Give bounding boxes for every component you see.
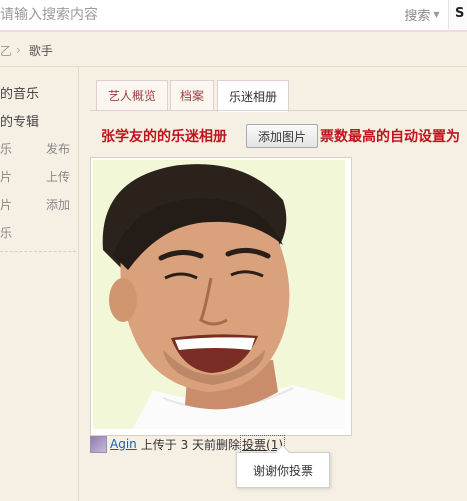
- sidebar-item-albums[interactable]: 的专辑: [0, 111, 39, 130]
- sidebar-row-label: 片: [0, 198, 13, 212]
- uploader-link[interactable]: Agin: [110, 437, 137, 451]
- breadcrumb-parent[interactable]: 乙: [0, 42, 12, 59]
- tooltip-text: 谢谢你投票: [252, 463, 313, 478]
- chevron-down-icon: ▼: [433, 9, 440, 19]
- fan-photo[interactable]: [90, 157, 352, 436]
- breadcrumb-separator-icon: ›: [16, 43, 21, 57]
- add-link[interactable]: 添加: [46, 196, 70, 213]
- sidebar: 的音乐 的专辑 乐 发布 片 上传 片 添加 乐: [0, 67, 79, 501]
- topbar-divider: [0, 30, 467, 32]
- sidebar-divider: [0, 251, 76, 252]
- sidebar-row-label: 乐: [0, 226, 13, 240]
- tab-artist-overview[interactable]: 艺人概览: [96, 80, 168, 110]
- tab-profile[interactable]: 档案: [170, 80, 214, 110]
- search-button-label: 搜索: [404, 8, 431, 24]
- sidebar-row-label: 乐: [0, 142, 13, 156]
- upload-link[interactable]: 上传: [46, 168, 70, 185]
- upload-time: 上传于 3 天前: [140, 437, 217, 452]
- artist-photo-illustration: [93, 160, 345, 429]
- avatar[interactable]: [90, 435, 107, 453]
- top-search-bar: 搜索 ▼ S: [0, 0, 467, 31]
- album-title: 张学友的的乐迷相册: [101, 129, 227, 145]
- topbar-extra-button[interactable]: S: [448, 0, 467, 29]
- breadcrumb: 乙 › 歌手: [0, 40, 53, 60]
- sidebar-row-label: 片: [0, 170, 13, 184]
- breadcrumb-current: 歌手: [28, 43, 53, 58]
- sidebar-item-music[interactable]: 的音乐: [0, 83, 39, 102]
- search-input[interactable]: [0, 0, 395, 29]
- topbar-extra-glyph: S: [455, 6, 465, 21]
- tab-fan-album[interactable]: 乐迷相册: [217, 80, 289, 112]
- publish-link[interactable]: 发布: [46, 140, 70, 157]
- search-button[interactable]: 搜索 ▼: [398, 2, 446, 26]
- tabs-underline: [90, 110, 467, 111]
- delete-link[interactable]: 删除: [216, 436, 240, 453]
- vote-thanks-tooltip: 谢谢你投票: [236, 444, 330, 488]
- add-photo-button[interactable]: 添加图片: [246, 124, 318, 148]
- album-note: 票数最高的自动设置为: [320, 129, 460, 145]
- upload-info: Agin 上传于 3 天前 删除 投票(1): [90, 434, 286, 454]
